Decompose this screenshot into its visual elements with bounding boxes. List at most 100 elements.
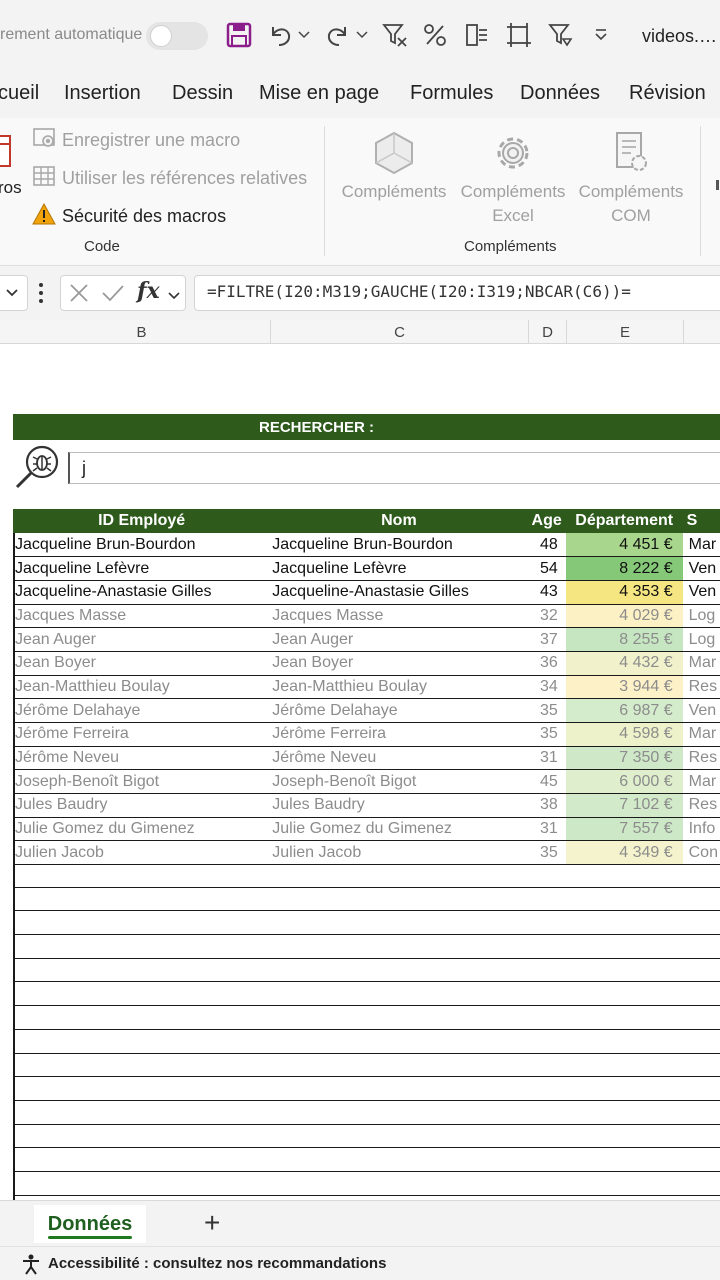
cell-id-employe[interactable]: Jérôme Ferreira xyxy=(13,722,271,747)
cell-id-employe[interactable]: Jacqueline Brun-Bourdon xyxy=(13,533,271,558)
tab-donnees[interactable]: Données xyxy=(520,82,600,105)
cell-nom[interactable]: Jacqueline-Anastasie Gilles xyxy=(270,580,528,605)
clear-rules-icon[interactable] xyxy=(546,20,576,50)
cell-age[interactable]: 37 xyxy=(527,627,566,652)
cell-age[interactable]: 34 xyxy=(527,675,566,700)
cell-department[interactable]: Mar xyxy=(682,769,720,795)
cell-id-employe[interactable]: Jérôme Delahaye xyxy=(13,698,271,723)
empty-row[interactable] xyxy=(13,1172,720,1196)
cell-salary[interactable]: 4 432 € xyxy=(565,651,683,676)
cell-id-employe[interactable]: Julien Jacob xyxy=(13,840,271,866)
addins-button[interactable]: Compléments xyxy=(335,126,453,204)
cell-salary[interactable]: 4 349 € xyxy=(565,840,683,866)
empty-row[interactable] xyxy=(13,935,720,959)
add-sheet-button[interactable]: + xyxy=(204,1207,220,1239)
cell-department[interactable]: Ven xyxy=(682,580,720,605)
cell-age[interactable]: 43 xyxy=(527,580,566,605)
cell-department[interactable]: Mar xyxy=(682,533,720,558)
tab-dessin[interactable]: Dessin xyxy=(172,82,233,105)
data-validation-icon[interactable] xyxy=(462,20,492,50)
cell-department[interactable]: Res xyxy=(682,793,720,818)
cell-age[interactable]: 31 xyxy=(527,817,566,842)
cell-nom[interactable]: Jules Baudry xyxy=(270,793,528,818)
empty-row[interactable] xyxy=(13,1077,720,1101)
cell-salary[interactable]: 7 350 € xyxy=(565,746,683,771)
cell-id-employe[interactable]: Jean Auger xyxy=(13,627,271,652)
empty-row[interactable] xyxy=(13,1101,720,1125)
empty-row[interactable] xyxy=(13,959,720,983)
empty-row[interactable] xyxy=(13,982,720,1007)
cell-salary[interactable]: 6 000 € xyxy=(565,769,683,795)
cell-salary[interactable]: 3 944 € xyxy=(565,675,683,700)
empty-row[interactable] xyxy=(13,1030,720,1054)
tab-insertion[interactable]: Insertion xyxy=(64,82,141,105)
accessibility-status[interactable]: Accessibilité : consultez nos recommanda… xyxy=(48,1255,386,1272)
record-macro-button[interactable]: Enregistrer une macro xyxy=(62,130,240,151)
empty-row[interactable] xyxy=(13,1006,720,1030)
undo-icon[interactable] xyxy=(266,20,296,50)
cell-nom[interactable]: Jean-Matthieu Boulay xyxy=(270,675,528,700)
cell-department[interactable]: Mar xyxy=(682,651,720,676)
save-icon[interactable] xyxy=(224,20,254,50)
cell-age[interactable]: 45 xyxy=(527,769,566,795)
cell-nom[interactable]: Jérôme Ferreira xyxy=(270,722,528,747)
cancel-icon[interactable] xyxy=(69,283,89,308)
macro-security-button[interactable]: Sécurité des macros xyxy=(62,206,226,227)
macros-icon[interactable] xyxy=(0,132,16,181)
cell-nom[interactable]: Jean Auger xyxy=(270,627,528,652)
cell-age[interactable]: 48 xyxy=(527,533,566,558)
cell-salary[interactable]: 8 255 € xyxy=(565,627,683,652)
cell-department[interactable]: Ven xyxy=(682,556,720,581)
cell-age[interactable]: 31 xyxy=(527,746,566,771)
cell-salary[interactable]: 7 102 € xyxy=(565,793,683,818)
cell-age[interactable]: 54 xyxy=(527,556,566,581)
cell-nom[interactable]: Jacqueline Lefèvre xyxy=(270,556,528,581)
cell-salary[interactable]: 4 029 € xyxy=(565,604,683,629)
cell-department[interactable]: Mar xyxy=(682,722,720,747)
cell-department[interactable]: Ven xyxy=(682,698,720,723)
macros-button-label[interactable]: ros xyxy=(0,178,22,198)
cell-salary[interactable]: 6 987 € xyxy=(565,698,683,723)
empty-row[interactable] xyxy=(13,1148,720,1172)
cell-salary[interactable]: 4 598 € xyxy=(565,722,683,747)
sheet-tab-donnees[interactable]: Données xyxy=(34,1205,146,1243)
confirm-icon[interactable] xyxy=(101,283,125,308)
document-title[interactable]: videos.… xyxy=(642,26,717,47)
cell-nom[interactable]: Jean Boyer xyxy=(270,651,528,676)
autosave-toggle[interactable] xyxy=(146,22,208,50)
cell-nom[interactable]: Julie Gomez du Gimenez xyxy=(270,817,528,842)
cell-id-employe[interactable]: Jacques Masse xyxy=(13,604,271,629)
tab-revision[interactable]: Révision xyxy=(629,82,706,105)
cell-nom[interactable]: Julien Jacob xyxy=(270,840,528,866)
empty-row[interactable] xyxy=(13,1125,720,1149)
cell-age[interactable]: 35 xyxy=(527,722,566,747)
formula-input[interactable]: =FILTRE(I20:M319;GAUCHE(I20:I319;NBCAR(C… xyxy=(194,275,720,311)
cell-nom[interactable]: Joseph-Benoît Bigot xyxy=(270,769,528,795)
cell-salary[interactable]: 7 557 € xyxy=(565,817,683,842)
percent-style-icon[interactable] xyxy=(420,20,450,50)
excel-addins-button[interactable]: Compléments Excel xyxy=(454,126,572,228)
relative-references-button[interactable]: Utiliser les références relatives xyxy=(62,168,307,189)
column-header-c[interactable]: C xyxy=(271,320,529,344)
com-addins-button[interactable]: Compléments COM xyxy=(572,126,690,228)
empty-row[interactable] xyxy=(13,1054,720,1078)
name-box-dropdown[interactable] xyxy=(0,275,28,311)
cell-id-employe[interactable]: Jean-Matthieu Boulay xyxy=(13,675,271,700)
tab-accueil[interactable]: cueil xyxy=(0,82,39,105)
search-input[interactable]: j xyxy=(68,452,720,484)
cell-age[interactable]: 35 xyxy=(527,840,566,866)
cell-age[interactable]: 32 xyxy=(527,604,566,629)
more-options-icon[interactable] xyxy=(38,282,44,309)
cell-age[interactable]: 35 xyxy=(527,698,566,723)
empty-row[interactable] xyxy=(13,911,720,936)
cell-salary[interactable]: 4 451 € xyxy=(565,533,683,558)
cell-id-employe[interactable]: Julie Gomez du Gimenez xyxy=(13,817,271,842)
cell-salary[interactable]: 8 222 € xyxy=(565,556,683,581)
empty-row[interactable] xyxy=(13,888,720,912)
insert-function-icon[interactable]: fx xyxy=(137,278,160,304)
redo-icon[interactable] xyxy=(322,20,352,50)
cell-nom[interactable]: Jérôme Neveu xyxy=(270,746,528,771)
cell-id-employe[interactable]: Jacqueline Lefèvre xyxy=(13,556,271,581)
redo-dropdown-icon[interactable] xyxy=(354,20,370,50)
tab-mise-en-page[interactable]: Mise en page xyxy=(259,82,379,105)
